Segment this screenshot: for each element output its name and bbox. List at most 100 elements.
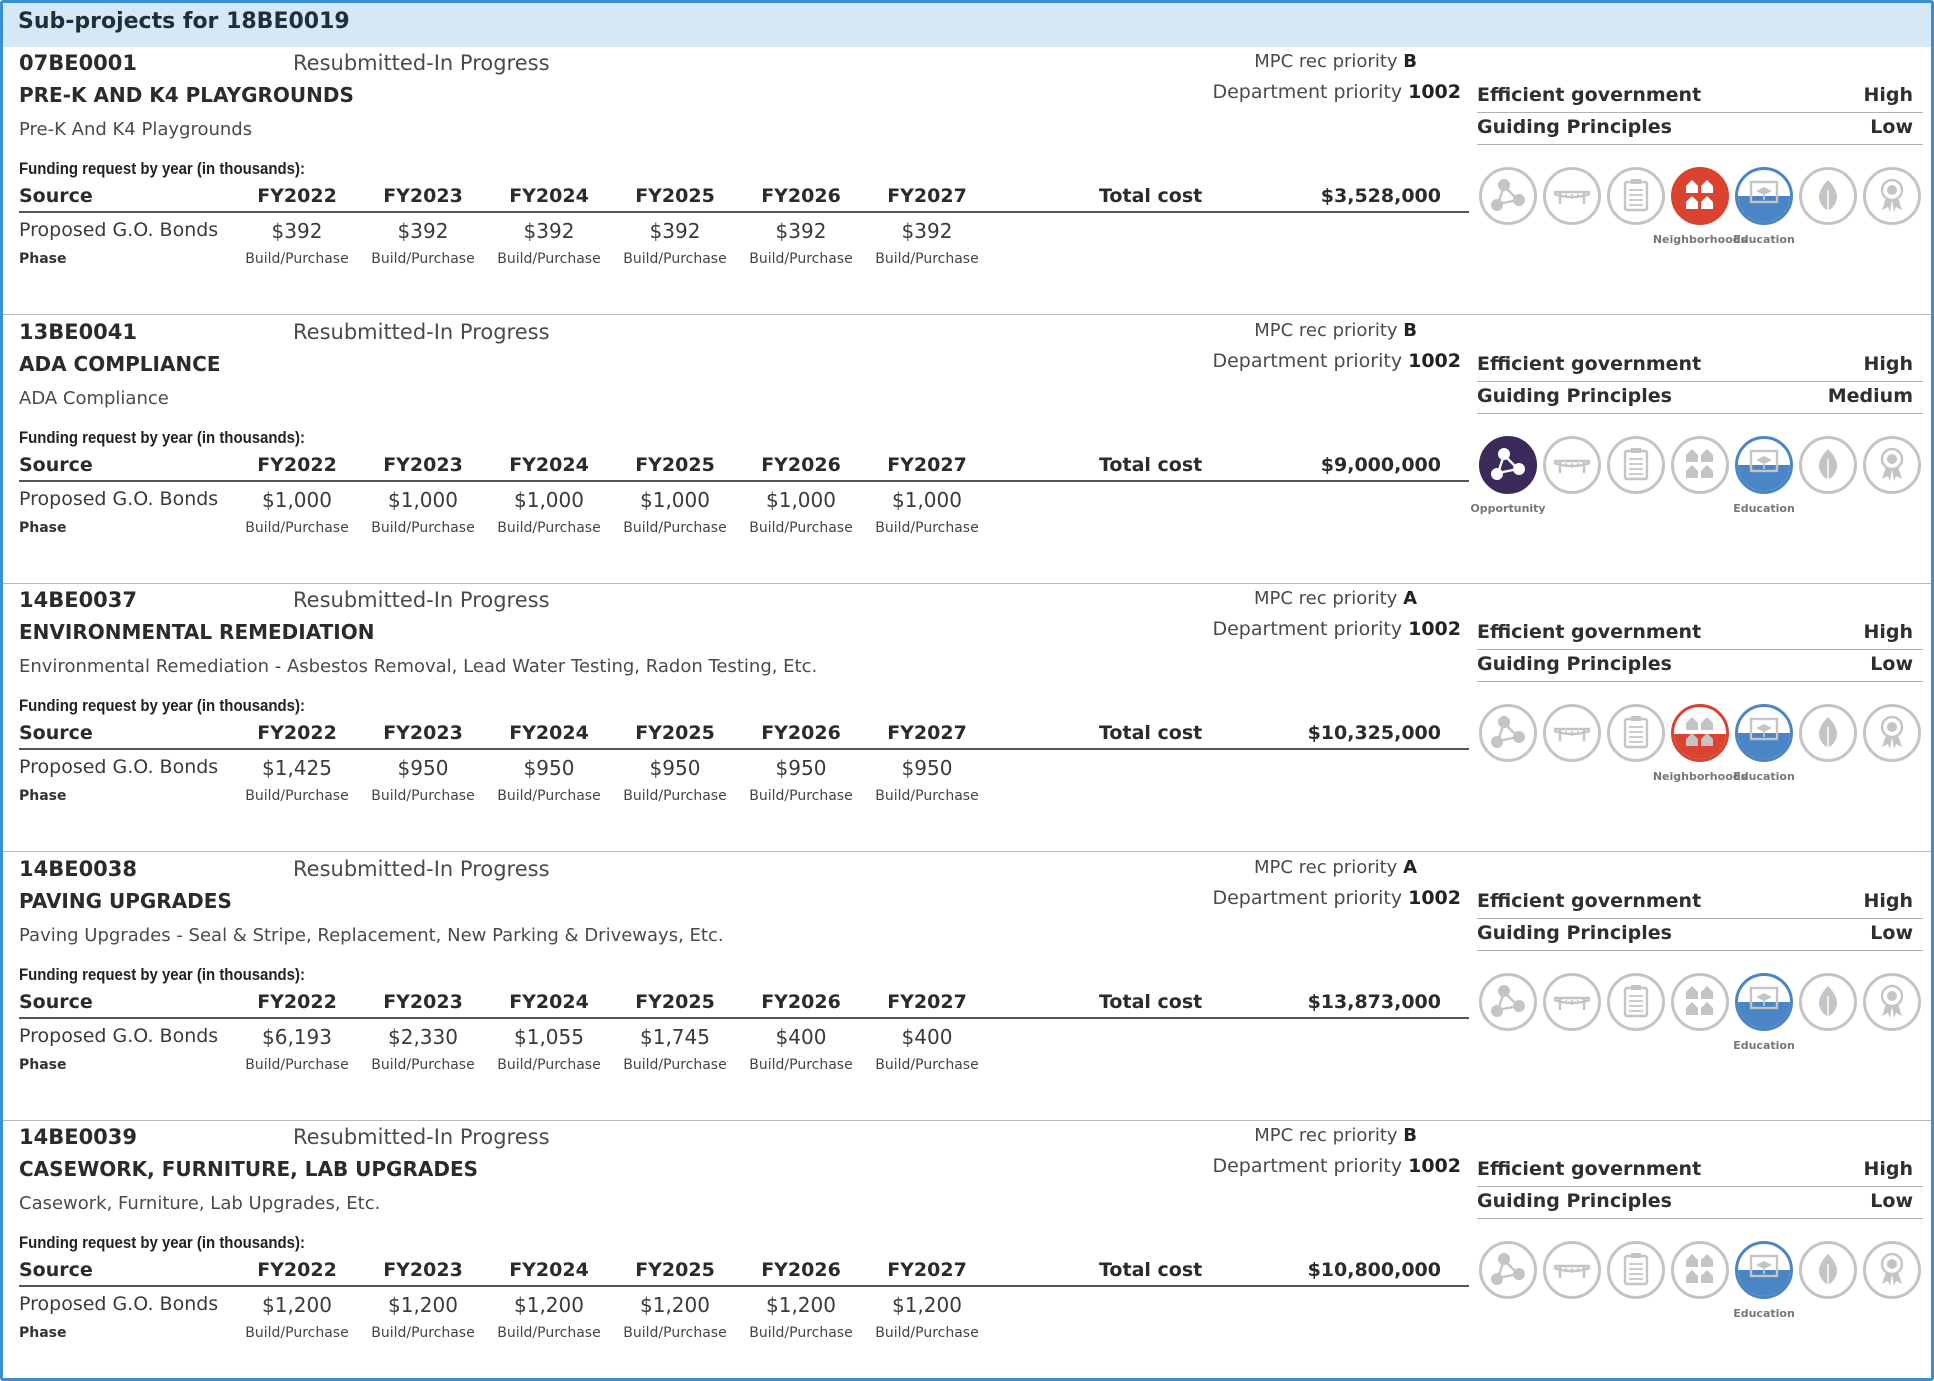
- funding-amount: $392: [775, 219, 827, 243]
- phase-value: Build/Purchase: [623, 1056, 727, 1073]
- year-header: FY2022: [257, 990, 337, 1013]
- phase-value: Build/Purchase: [245, 519, 349, 536]
- project-description: Pre-K And K4 Playgrounds: [19, 119, 253, 140]
- phase-value: Build/Purchase: [623, 251, 727, 267]
- department-priority-value: 1002: [1408, 1155, 1461, 1177]
- environment-icon: [1799, 435, 1857, 494]
- efficient-government-value: High: [1863, 84, 1913, 106]
- source-header: Source: [19, 1259, 93, 1281]
- neighborhoods-icon: [1671, 704, 1729, 762]
- funding-amount: $392: [271, 219, 323, 243]
- environment-icon: [1799, 167, 1857, 225]
- project-card: 14BE0039 Resubmitted-In Progress CASEWORK,…: [3, 1121, 1931, 1378]
- phase-value: Build/Purchase: [371, 1056, 475, 1073]
- award-icon: [1863, 435, 1921, 494]
- phase-row: Phase Build/Purchase Build/Purchase Build/P…: [19, 1325, 1469, 1347]
- project-name: ADA COMPLIANCE: [19, 351, 221, 376]
- funding-row: Proposed G.O. Bonds $6,193 $2,330 $1,055 $1,…: [19, 1025, 1469, 1055]
- mpc-priority: MPC rec priority A: [1254, 588, 1417, 609]
- total-cost-label: Total cost: [1099, 722, 1203, 744]
- phase-value: Build/Purchase: [749, 251, 853, 267]
- year-header: FY2026: [761, 990, 841, 1013]
- source-header: Source: [19, 185, 93, 207]
- year-header: FY2024: [509, 185, 589, 207]
- total-cost-value: $9,000,000: [1320, 453, 1441, 476]
- phase-row: Phase Build/Purchase Build/Purchase Build/P…: [19, 520, 1469, 542]
- phase-value: Build/Purchase: [875, 1325, 979, 1341]
- year-header: FY2024: [509, 1259, 589, 1281]
- phase-value: Build/Purchase: [749, 788, 853, 804]
- phase-value: Build/Purchase: [371, 251, 475, 267]
- mpc-priority-value: B: [1403, 51, 1417, 72]
- funding-row: Proposed G.O. Bonds $1,000 $1,000 $1,000 $1,…: [19, 488, 1469, 518]
- total-cost-label: Total cost: [1099, 185, 1203, 207]
- opportunity-icon: [1479, 704, 1537, 762]
- bridge-icon: [1543, 435, 1601, 494]
- year-header: FY2023: [383, 990, 463, 1013]
- mpc-priority: MPC rec priority B: [1254, 1125, 1417, 1146]
- project-card: 13BE0041 Resubmitted-In Progress ADA COMPL…: [3, 316, 1931, 584]
- guiding-principle-icons: Neighborhoods Education: [1479, 704, 1923, 784]
- source-header: Source: [19, 722, 93, 744]
- funding-amount: $1,055: [514, 1024, 584, 1049]
- department-priority-label: Department priority: [1212, 618, 1403, 640]
- total-cost-label: Total cost: [1099, 453, 1203, 476]
- phase-label: Phase: [19, 519, 67, 536]
- guiding-principle-icons: Education: [1479, 1241, 1923, 1321]
- phase-value: Build/Purchase: [623, 1325, 727, 1341]
- phase-value: Build/Purchase: [371, 788, 475, 804]
- funding-amount: $1,200: [514, 1293, 584, 1317]
- funding-amount: $1,745: [640, 1024, 710, 1049]
- education-icon: [1735, 435, 1793, 494]
- project-card: 14BE0038 Resubmitted-In Progress PAVING UP…: [3, 853, 1931, 1121]
- funding-amount: $950: [523, 756, 575, 780]
- efficient-government-value: High: [1863, 621, 1913, 643]
- funding-source: Proposed G.O. Bonds: [19, 487, 219, 510]
- guiding-principles-row: Guiding Principles Low: [1477, 650, 1923, 682]
- year-header: FY2022: [257, 1259, 337, 1281]
- phase-value: Build/Purchase: [623, 519, 727, 536]
- guiding-principle-icons: Neighborhoods Education: [1479, 167, 1923, 247]
- funding-heading: Funding request by year (in thousands):: [19, 696, 305, 715]
- year-header: FY2025: [635, 722, 715, 744]
- total-cost-value: $13,873,000: [1307, 990, 1441, 1013]
- department-priority-value: 1002: [1408, 886, 1461, 909]
- year-header: FY2023: [383, 722, 463, 744]
- education-icon: [1735, 704, 1793, 762]
- project-description: Casework, Furniture, Lab Upgrades, Etc.: [19, 1193, 381, 1214]
- department-priority: Department priority 1002: [1212, 618, 1461, 640]
- clipboard-icon: [1607, 1241, 1665, 1299]
- funding-row: Proposed G.O. Bonds $392 $392 $392 $392 $392 $…: [19, 219, 1469, 249]
- year-header: FY2025: [635, 185, 715, 207]
- project-id: 13BE0041: [19, 319, 138, 344]
- year-header: FY2023: [383, 185, 463, 207]
- panel-header: Sub-projects for 18BE0019: [3, 3, 1931, 47]
- project-card: 07BE0001 Resubmitted-In Progress PRE-K AND…: [3, 47, 1931, 315]
- opportunity-icon: [1479, 1241, 1537, 1299]
- funding-source: Proposed G.O. Bonds: [19, 1024, 219, 1047]
- award-icon: [1863, 1241, 1921, 1299]
- source-header: Source: [19, 990, 93, 1013]
- guiding-principles-label: Guiding Principles: [1477, 653, 1672, 675]
- mpc-priority-label: MPC rec priority: [1254, 1125, 1398, 1146]
- phase-value: Build/Purchase: [875, 251, 979, 267]
- guiding-principles-row: Guiding Principles Medium: [1477, 382, 1923, 414]
- funding-amount: $2,330: [388, 1024, 458, 1049]
- guiding-principles-row: Guiding Principles Low: [1477, 113, 1923, 145]
- funding-amount: $1,425: [262, 756, 332, 780]
- funding-amount: $1,200: [766, 1293, 836, 1317]
- award-icon: [1863, 972, 1921, 1031]
- phase-value: Build/Purchase: [371, 1325, 475, 1341]
- department-priority-label: Department priority: [1212, 1155, 1403, 1177]
- neighborhoods-icon: [1671, 1241, 1729, 1299]
- department-priority: Department priority 1002: [1212, 1155, 1461, 1177]
- funding-amount: $950: [397, 756, 449, 780]
- year-header: FY2025: [635, 1259, 715, 1281]
- department-priority-value: 1002: [1408, 81, 1461, 103]
- efficient-government-label: Efficient government: [1477, 621, 1702, 643]
- funding-amount: $392: [901, 219, 953, 243]
- guiding-principles-row: Guiding Principles Low: [1477, 1187, 1923, 1219]
- efficient-government-label: Efficient government: [1477, 1158, 1702, 1180]
- phase-value: Build/Purchase: [245, 1056, 349, 1073]
- year-header: FY2025: [635, 990, 715, 1013]
